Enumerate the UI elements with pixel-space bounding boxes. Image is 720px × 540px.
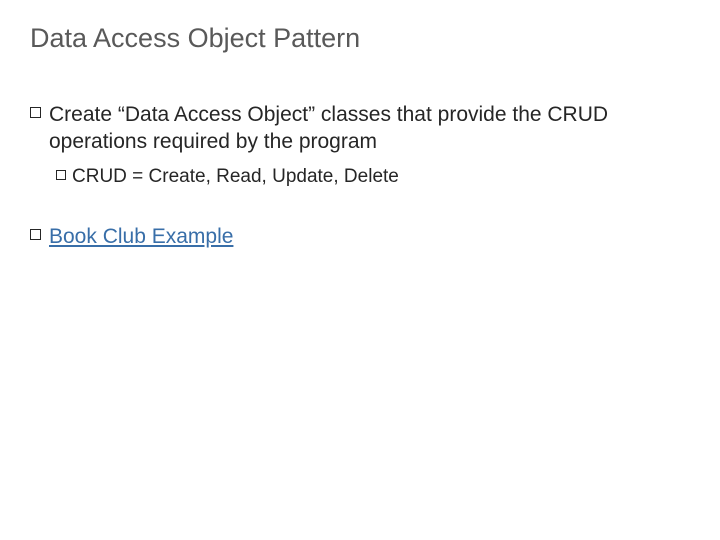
square-bullet-icon bbox=[30, 107, 41, 118]
bullet-text: CRUD = Create, Read, Update, Delete bbox=[72, 165, 690, 190]
slide-title: Data Access Object Pattern bbox=[30, 22, 690, 54]
square-bullet-icon bbox=[30, 229, 41, 240]
bullet-item: Create “Data Access Object” classes that… bbox=[30, 102, 690, 155]
bullet-item: Book Club Example bbox=[30, 224, 690, 250]
book-club-example-link[interactable]: Book Club Example bbox=[49, 225, 233, 248]
square-bullet-icon bbox=[56, 170, 66, 180]
bullet-subitem: CRUD = Create, Read, Update, Delete bbox=[56, 165, 690, 190]
slide: Data Access Object Pattern Create “Data … bbox=[0, 0, 720, 540]
bullet-text: Create “Data Access Object” classes that… bbox=[49, 102, 690, 155]
